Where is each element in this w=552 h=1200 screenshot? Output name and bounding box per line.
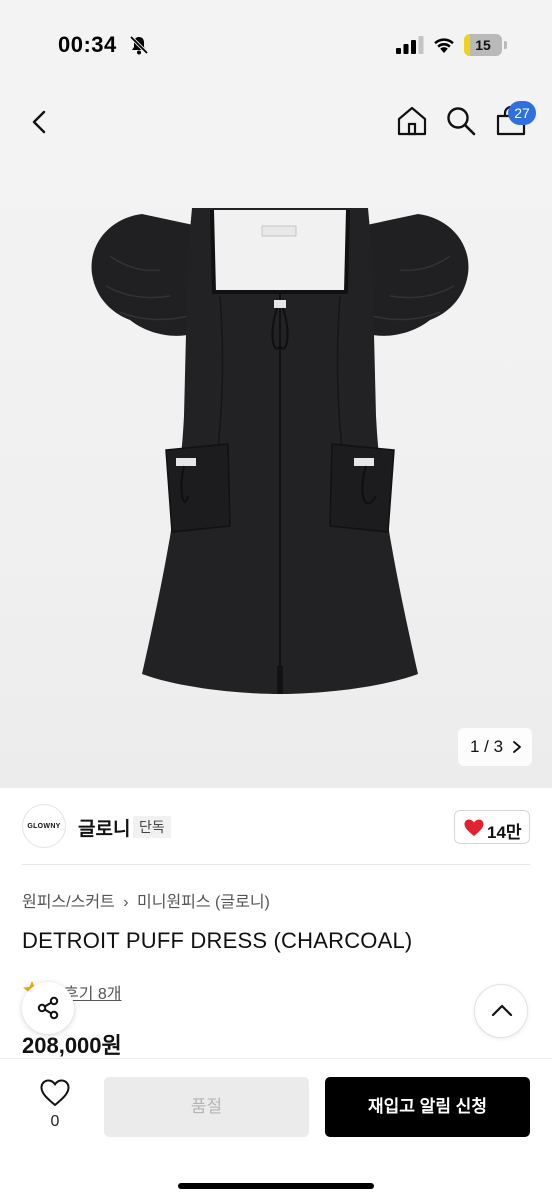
- sold-out-button: 품절: [104, 1077, 309, 1137]
- cart-count-badge: 27: [508, 101, 536, 125]
- scroll-to-top-button[interactable]: [474, 984, 528, 1038]
- home-icon[interactable]: [395, 104, 429, 138]
- gallery-page-text: 1 / 3: [470, 737, 504, 756]
- divider: [22, 864, 530, 865]
- share-icon: [37, 996, 59, 1020]
- status-time: 00:34: [58, 32, 117, 57]
- product-image-gallery[interactable]: 1 / 3: [0, 152, 552, 788]
- product-title: DETROIT PUFF DRESS (CHARCOAL): [22, 928, 413, 953]
- signal-icon: [396, 36, 424, 54]
- bottom-action-bar: 0 품절 재입고 알림 신청: [0, 1058, 552, 1200]
- restock-alert-button[interactable]: 재입고 알림 신청: [325, 1077, 530, 1137]
- brand-row: GLOWNY 글로니 단독 14만: [22, 800, 530, 854]
- brand-name[interactable]: 글로니: [78, 814, 130, 841]
- product-image: [91, 208, 469, 694]
- battery-level: 15: [475, 37, 491, 53]
- gallery-page-indicator[interactable]: 1 / 3: [458, 728, 532, 766]
- breadcrumb: 원피스/스커트 › 미니원피스 (글로니): [22, 888, 270, 912]
- breadcrumb-subcategory[interactable]: 미니원피스 (글로니): [137, 894, 270, 911]
- search-icon[interactable]: [444, 104, 478, 138]
- app-header: [0, 92, 552, 152]
- heart-outline-icon[interactable]: [40, 1079, 70, 1107]
- like-button[interactable]: 14만: [454, 810, 530, 844]
- back-icon[interactable]: [26, 106, 54, 138]
- wishlist-count: 0: [50, 1113, 60, 1130]
- breadcrumb-category[interactable]: 원피스/스커트: [22, 894, 115, 911]
- chevron-right-icon: ›: [123, 894, 129, 911]
- home-indicator: [178, 1183, 374, 1189]
- status-bar: 00:34 15: [0, 0, 552, 92]
- like-count: 14만: [487, 823, 522, 842]
- heart-filled-icon: [464, 819, 484, 836]
- battery-icon: 15: [464, 34, 508, 56]
- product-price: 208,000원: [22, 1033, 122, 1058]
- bell-muted-icon: [129, 35, 149, 55]
- chevron-right-icon: [513, 741, 521, 753]
- chevron-up-icon: [491, 1004, 513, 1017]
- share-button[interactable]: [22, 982, 74, 1034]
- wifi-icon: [434, 38, 454, 53]
- exclusive-badge: 단독: [133, 816, 171, 838]
- brand-logo[interactable]: GLOWNY: [22, 804, 66, 848]
